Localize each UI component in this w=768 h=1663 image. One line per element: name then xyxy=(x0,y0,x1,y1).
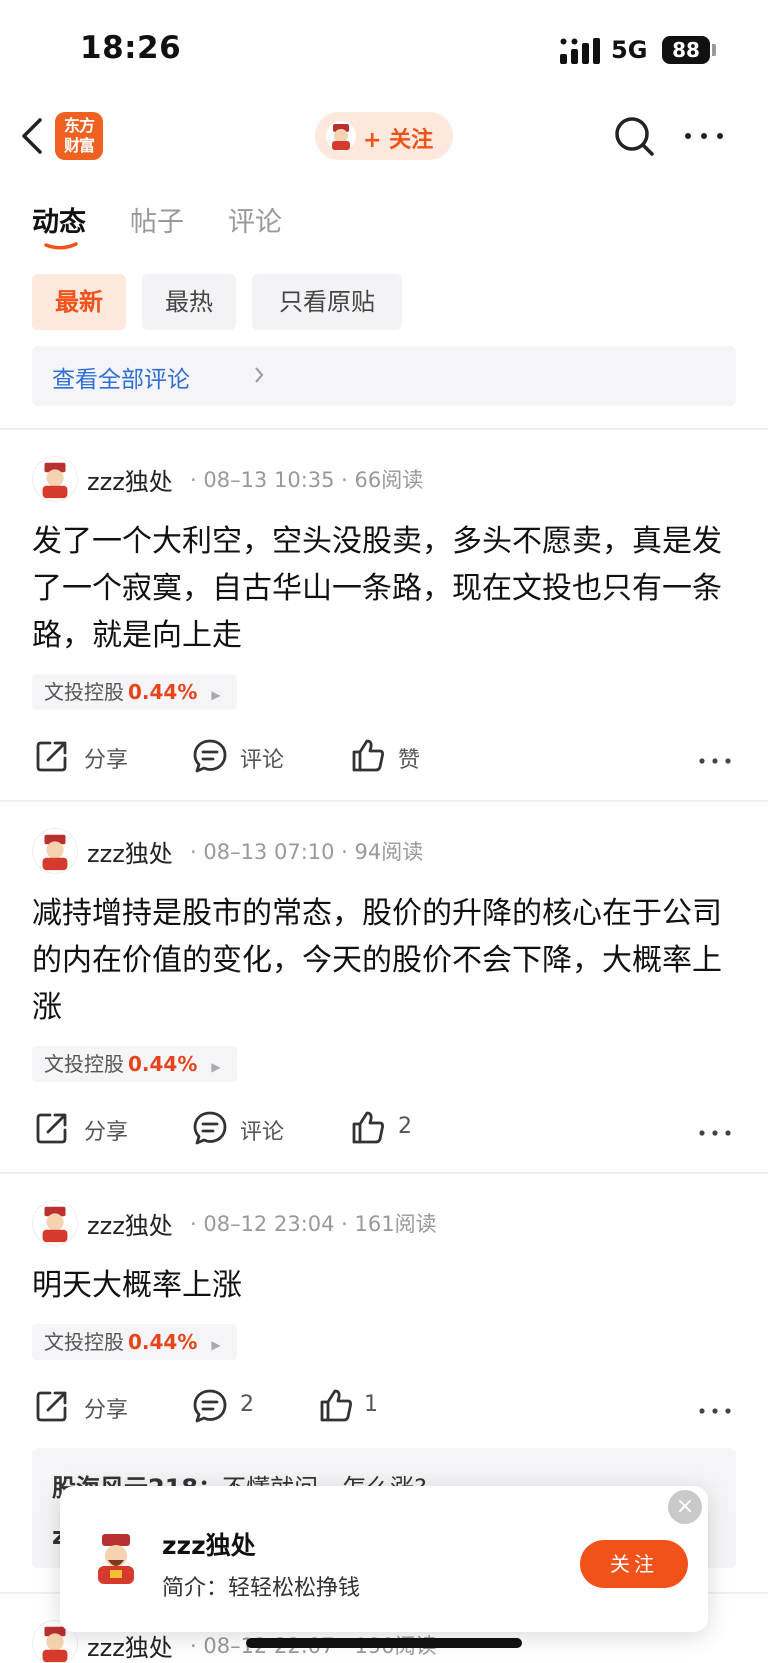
stock-name: 文投控股 xyxy=(44,680,124,704)
post-more-icon[interactable] xyxy=(698,756,732,766)
stock-change: 0.44% xyxy=(128,1330,198,1354)
post-username[interactable]: zzz独处 xyxy=(87,834,173,869)
like-label[interactable]: 赞 xyxy=(398,742,420,774)
avatar[interactable] xyxy=(32,1200,78,1246)
follow-popup: zzz独处 简介：轻轻松松挣钱 关注 xyxy=(60,1486,708,1632)
user-avatar-icon xyxy=(326,121,356,151)
follow-label: + 关注 xyxy=(363,128,434,153)
status-time: 18:26 xyxy=(80,30,182,66)
post-username[interactable]: zzz独处 xyxy=(87,1628,173,1663)
divider xyxy=(0,1172,768,1174)
post-content[interactable]: 减持增持是股市的常态，股价的升降的核心在于公司的内在价值的变化，今天的股价不会下… xyxy=(32,890,742,1031)
divider xyxy=(0,428,768,430)
popup-username: zzz独处 xyxy=(162,1531,256,1560)
logo-line-1: 东方 xyxy=(63,116,95,135)
signal-icon xyxy=(560,38,600,64)
share-icon[interactable] xyxy=(34,738,70,774)
back-arrow-icon[interactable] xyxy=(18,114,48,158)
tab-posts[interactable]: 帖子 xyxy=(130,200,184,239)
home-indicator[interactable] xyxy=(246,1638,522,1648)
post-meta: · 08–13 10:35 · 66阅读 xyxy=(190,468,424,492)
triangle-right-icon: ▶ xyxy=(211,688,221,702)
comment-label[interactable]: 评论 xyxy=(240,742,284,774)
popup-avatar xyxy=(98,1534,134,1584)
like-count[interactable]: 2 xyxy=(398,1114,412,1139)
avatar[interactable] xyxy=(32,828,78,874)
stock-tag[interactable]: 文投控股 0.44% ▶ xyxy=(32,1324,237,1360)
share-icon[interactable] xyxy=(34,1388,70,1424)
profile-tabs: 动态 帖子 评论 xyxy=(0,190,768,260)
share-icon[interactable] xyxy=(34,1110,70,1146)
share-label[interactable]: 分享 xyxy=(84,1392,128,1424)
network-type: 5G xyxy=(611,36,648,64)
stock-tag[interactable]: 文投控股 0.44% ▶ xyxy=(32,674,237,710)
search-icon[interactable] xyxy=(612,114,656,158)
stock-name: 文投控股 xyxy=(44,1330,124,1354)
comment-count[interactable]: 2 xyxy=(240,1392,254,1417)
filter-newest[interactable]: 最新 xyxy=(32,274,126,330)
stock-name: 文投控股 xyxy=(44,1052,124,1076)
chevron-right-icon xyxy=(255,367,264,383)
share-label[interactable]: 分享 xyxy=(84,1114,128,1146)
stock-change: 0.44% xyxy=(128,680,198,704)
post-content[interactable]: 发了一个大利空，空头没股卖，多头不愿卖，真是发了一个寂寞，自古华山一条路，现在文… xyxy=(32,518,742,659)
like-count[interactable]: 1 xyxy=(364,1392,378,1417)
thumbs-up-icon[interactable] xyxy=(350,738,386,774)
follow-pill-button[interactable]: + 关注 xyxy=(315,112,453,160)
comment-label[interactable]: 评论 xyxy=(240,1114,284,1146)
filter-chips: 最新 最热 只看原贴 xyxy=(0,274,768,330)
post-username[interactable]: zzz独处 xyxy=(87,1206,173,1241)
thumbs-up-icon[interactable] xyxy=(318,1388,354,1424)
top-nav: 东方 财富 + 关注 xyxy=(0,100,768,190)
stock-change: 0.44% xyxy=(128,1052,198,1076)
post-more-icon[interactable] xyxy=(698,1406,732,1416)
filter-original-only[interactable]: 只看原贴 xyxy=(252,274,402,330)
tab-comments[interactable]: 评论 xyxy=(228,200,282,239)
triangle-right-icon: ▶ xyxy=(211,1060,221,1074)
stock-tag[interactable]: 文投控股 0.44% ▶ xyxy=(32,1046,237,1082)
divider xyxy=(0,800,768,802)
thumbs-up-icon[interactable] xyxy=(350,1110,386,1146)
comment-icon[interactable] xyxy=(192,1388,228,1424)
share-label[interactable]: 分享 xyxy=(84,742,128,774)
close-icon[interactable]: × xyxy=(668,1490,702,1524)
triangle-right-icon: ▶ xyxy=(211,1338,221,1352)
active-tab-indicator xyxy=(44,242,78,250)
tab-dynamics[interactable]: 动态 xyxy=(32,200,86,239)
popup-intro: 简介：轻轻松松挣钱 xyxy=(162,1576,361,1601)
comment-icon[interactable] xyxy=(192,1110,228,1146)
avatar[interactable] xyxy=(32,456,78,502)
post-meta: · 08–13 07:10 · 94阅读 xyxy=(190,840,424,864)
battery-cap xyxy=(712,44,716,56)
status-bar: 18:26 5G 88 xyxy=(0,0,768,100)
view-all-comments-label: 查看全部评论 xyxy=(52,367,190,393)
post-meta: · 08–12 23:04 · 161阅读 xyxy=(190,1212,437,1236)
post-content[interactable]: 明天大概率上涨 xyxy=(32,1262,742,1309)
comment-icon[interactable] xyxy=(192,738,228,774)
logo-line-2: 财富 xyxy=(63,136,95,155)
battery-icon: 88 xyxy=(662,36,710,64)
app-logo: 东方 财富 xyxy=(55,112,103,160)
post-more-icon[interactable] xyxy=(698,1128,732,1138)
more-options-icon[interactable] xyxy=(682,122,726,150)
post-username[interactable]: zzz独处 xyxy=(87,462,173,497)
view-all-comments[interactable]: 查看全部评论 xyxy=(32,346,736,406)
filter-hottest[interactable]: 最热 xyxy=(142,274,236,330)
popup-follow-button[interactable]: 关注 xyxy=(580,1540,688,1588)
